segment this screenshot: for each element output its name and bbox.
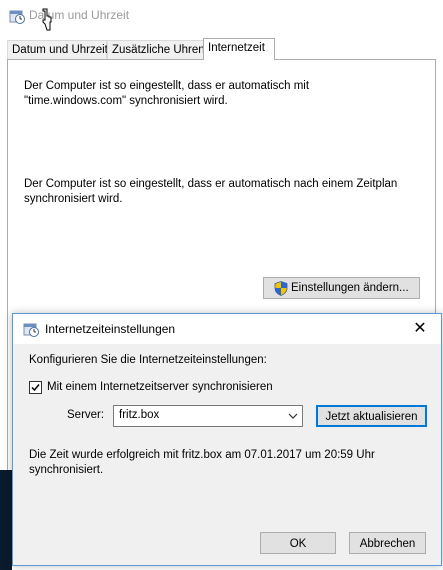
desktop-background xyxy=(0,470,12,570)
sync-info-text: Der Computer ist so eingestellt, dass er… xyxy=(24,80,310,107)
shield-icon xyxy=(274,281,288,296)
clock-icon xyxy=(23,323,39,337)
change-settings-button[interactable]: Einstellungen ändern... xyxy=(263,277,420,299)
dialog-titlebar: Internetzeiteinstellungen ✕ xyxy=(13,314,441,344)
server-value: fritz.box xyxy=(119,409,160,421)
checkmark-icon xyxy=(31,384,40,392)
sync-checkbox[interactable] xyxy=(29,381,42,394)
clock-icon xyxy=(9,10,25,24)
ok-button[interactable]: OK xyxy=(260,532,336,554)
sync-checkbox-label: Mit einem Internetzeitserver synchronisi… xyxy=(47,381,273,393)
cancel-button[interactable]: Abbrechen xyxy=(349,532,426,554)
server-combobox[interactable]: fritz.box xyxy=(113,405,303,427)
window-titlebar: Datum und Uhrzeit xyxy=(0,0,443,31)
update-now-button[interactable]: Jetzt aktualisieren xyxy=(316,405,427,427)
tab-additional-clocks[interactable]: Zusätzliche Uhren xyxy=(107,40,205,59)
tab-date-time[interactable]: Datum und Uhrzeit xyxy=(7,40,108,59)
server-label: Server: xyxy=(67,409,105,421)
internet-time-settings-dialog: Internetzeiteinstellungen ✕ Konfiguriere… xyxy=(12,313,442,566)
chevron-down-icon[interactable] xyxy=(288,412,298,420)
tab-internet-time[interactable]: Internetzeit xyxy=(203,38,275,60)
change-settings-label: Einstellungen ändern... xyxy=(291,282,409,294)
dialog-heading: Konfigurieren Sie die Internetzeiteinste… xyxy=(29,354,267,366)
dialog-title: Internetzeiteinstellungen xyxy=(45,322,176,336)
mouse-cursor-icon xyxy=(42,8,52,31)
sync-status-text: Die Zeit wurde erfolgreich mit fritz.box… xyxy=(29,449,375,476)
schedule-info-text: Der Computer ist so eingestellt, dass er… xyxy=(24,178,398,205)
close-icon[interactable]: ✕ xyxy=(399,314,441,344)
